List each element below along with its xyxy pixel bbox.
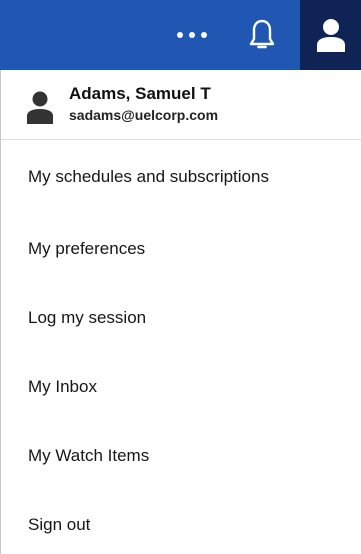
user-avatar-icon — [27, 91, 53, 124]
notifications-button[interactable] — [234, 10, 290, 60]
app-header — [0, 0, 361, 70]
more-horizontal-icon — [189, 32, 195, 38]
menu-item-inbox[interactable]: My Inbox — [1, 352, 361, 421]
menu-list: My schedules and subscriptions My prefer… — [1, 140, 361, 554]
more-horizontal-icon — [177, 32, 183, 38]
more-options-button[interactable] — [164, 10, 220, 60]
user-profile-header: Adams, Samuel T sadams@uelcorp.com — [1, 70, 361, 140]
user-icon — [316, 19, 345, 52]
menu-item-schedules-subscriptions[interactable]: My schedules and subscriptions — [1, 140, 361, 214]
menu-item-sign-out[interactable]: Sign out — [1, 490, 361, 554]
bell-icon — [249, 19, 275, 49]
menu-item-log-session[interactable]: Log my session — [1, 283, 361, 352]
user-menu-screen: Adams, Samuel T sadams@uelcorp.com My sc… — [0, 0, 361, 554]
user-name: Adams, Samuel T — [69, 84, 211, 103]
user-email: sadams@uelcorp.com — [69, 107, 219, 123]
user-menu-button[interactable] — [300, 0, 361, 70]
user-dropdown-menu: Adams, Samuel T sadams@uelcorp.com My sc… — [0, 70, 361, 554]
more-horizontal-icon — [201, 32, 207, 38]
menu-item-preferences[interactable]: My preferences — [1, 214, 361, 283]
menu-item-watch-items[interactable]: My Watch Items — [1, 421, 361, 490]
